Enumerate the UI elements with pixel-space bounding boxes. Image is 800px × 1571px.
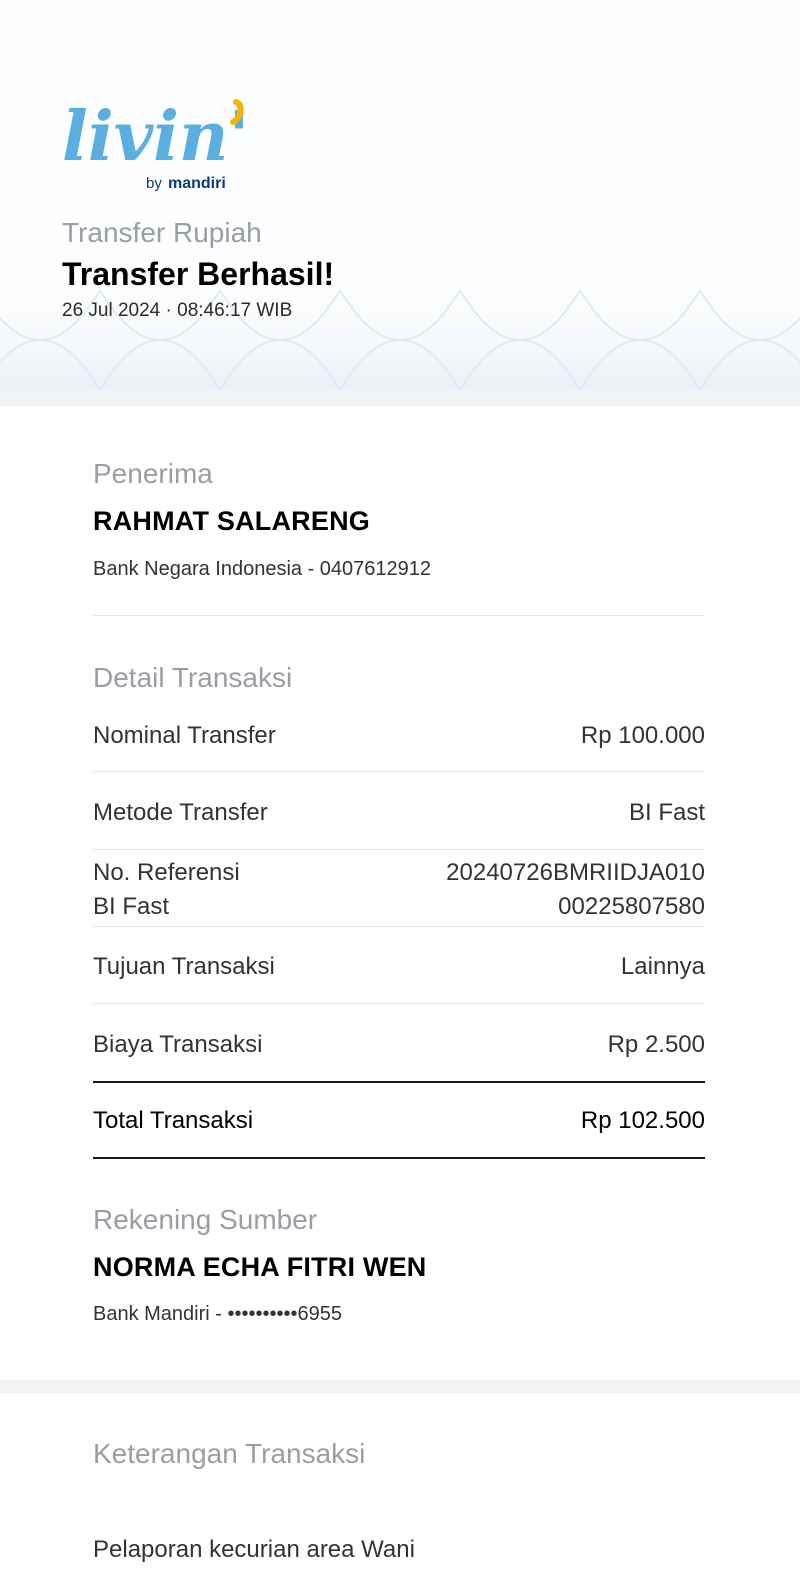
receipt-header: livin' by mandiri Transfer Rupiah Transf…	[0, 0, 800, 390]
livin-mandiri-logo: livin' by mandiri	[62, 97, 249, 192]
reference-number-label-line2: BI Fast	[93, 893, 170, 920]
total-transaction-label: Total Transaksi	[93, 1107, 254, 1134]
total-transaction-value: Rp 102.500	[580, 1107, 705, 1134]
section-divider	[0, 390, 800, 406]
recipient-bank-account: Bank Negara Indonesia - 0407612912	[93, 558, 432, 580]
total-divider-bottom	[93, 1157, 705, 1159]
divider	[93, 849, 705, 850]
divider	[93, 1003, 705, 1004]
source-bank-account: Bank Mandiri - ••••••••••6955	[93, 1303, 343, 1325]
transfer-type: Transfer Rupiah	[62, 217, 262, 248]
total-divider-top	[93, 1081, 705, 1083]
transaction-notes-label: Keterangan Transaksi	[93, 1438, 366, 1469]
transfer-method-value: BI Fast	[628, 799, 705, 826]
reference-number-label-line1: No. Referensi	[93, 859, 240, 886]
transaction-fee-label: Biaya Transaksi	[93, 1031, 263, 1058]
transaction-purpose-label: Tujuan Transaksi	[93, 953, 275, 980]
transaction-fee-value: Rp 2.500	[607, 1031, 705, 1058]
page-title: Transfer Berhasil!	[62, 256, 335, 292]
svg-text:livin': livin'	[62, 97, 249, 177]
divider	[93, 926, 705, 927]
transaction-notes-text: Pelaporan kecurian area Wani	[93, 1536, 415, 1563]
reference-number-value-line2: 00225807580	[558, 893, 705, 920]
divider	[93, 771, 705, 772]
recipient-name: RAHMAT SALARENG	[93, 506, 370, 536]
svg-text:by: by	[146, 175, 162, 192]
transfer-method-label: Metode Transfer	[93, 799, 268, 826]
divider	[93, 615, 705, 616]
recipient-label: Penerima	[93, 458, 213, 489]
transaction-detail-label: Detail Transaksi	[93, 662, 293, 693]
section-divider	[0, 1380, 800, 1394]
nominal-transfer-value: Rp 100.000	[580, 722, 705, 749]
reference-number-value-line1: 20240726BMRIIDJA010	[446, 859, 705, 886]
transaction-datetime: 26 Jul 2024 · 08:46:17 WIB	[62, 300, 293, 321]
transaction-purpose-value: Lainnya	[620, 953, 705, 980]
source-account-label: Rekening Sumber	[93, 1204, 318, 1235]
source-account-name: NORMA ECHA FITRI WEN	[93, 1252, 427, 1282]
svg-text:mandiri: mandiri	[168, 175, 226, 192]
nominal-transfer-label: Nominal Transfer	[93, 722, 276, 749]
